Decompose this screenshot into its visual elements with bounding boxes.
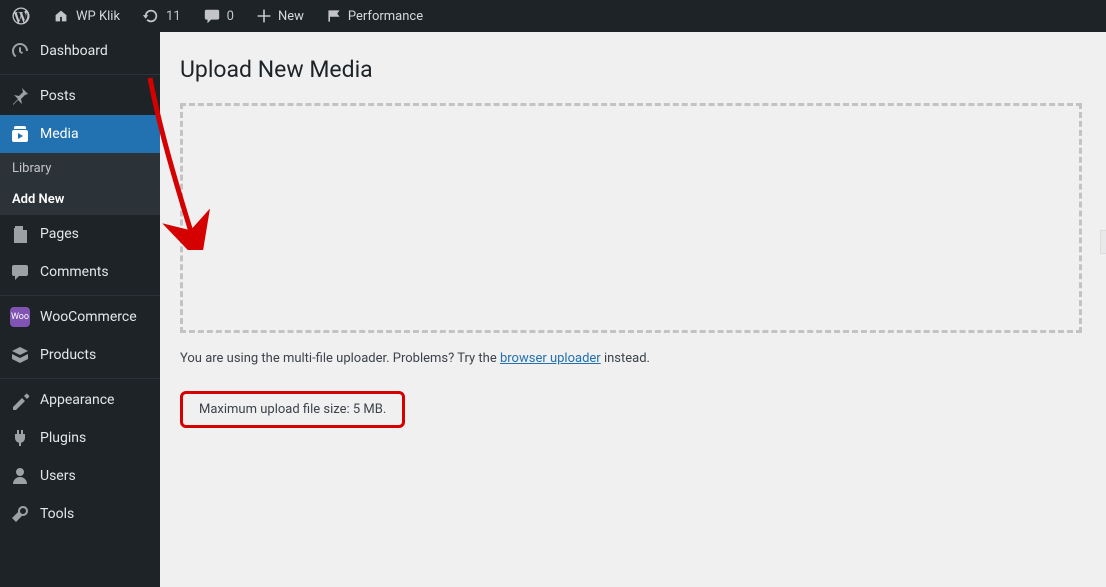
menu-separator: [0, 74, 160, 75]
sidebar-item-products[interactable]: Products: [0, 336, 160, 374]
new-label: New: [278, 9, 304, 24]
sidebar-item-label: Tools: [40, 506, 150, 522]
hint-prefix: You are using the multi-file uploader. P…: [180, 351, 500, 366]
performance-label: Performance: [348, 9, 423, 24]
admin-sidebar: Dashboard Posts Media Library Add New Pa…: [0, 32, 160, 587]
home-icon: [52, 7, 70, 25]
performance-icon: [326, 8, 342, 24]
sidebar-item-label: Products: [40, 347, 150, 363]
media-submenu: Library Add New: [0, 153, 160, 215]
tools-icon: [10, 504, 30, 524]
sidebar-item-label: Dashboard: [40, 43, 150, 59]
sidebar-item-label: Pages: [40, 226, 150, 242]
updates-count: 11: [166, 9, 181, 24]
media-icon: [10, 124, 30, 144]
site-name-text: WP Klik: [76, 9, 120, 24]
sidebar-item-label: Media: [40, 126, 150, 142]
sidebar-item-label: Plugins: [40, 430, 150, 446]
cropped-edge-sliver: [1100, 230, 1106, 254]
updates-link[interactable]: 11: [136, 7, 187, 25]
browser-uploader-link[interactable]: browser uploader: [500, 351, 601, 366]
hint-suffix: instead.: [601, 351, 650, 366]
sidebar-item-comments[interactable]: Comments: [0, 253, 160, 291]
sidebar-item-dashboard[interactable]: Dashboard: [0, 32, 160, 70]
sidebar-item-appearance[interactable]: Appearance: [0, 381, 160, 419]
main-content: Upload New Media You are using the multi…: [160, 32, 1106, 587]
sidebar-item-woocommerce[interactable]: Woo WooCommerce: [0, 298, 160, 336]
comments-icon: [203, 7, 221, 25]
sidebar-item-label: Users: [40, 468, 150, 484]
wp-logo[interactable]: [6, 7, 36, 25]
plugins-icon: [10, 428, 30, 448]
submenu-library[interactable]: Library: [0, 153, 160, 184]
sidebar-item-plugins[interactable]: Plugins: [0, 419, 160, 457]
pages-icon: [10, 224, 30, 244]
pin-icon: [10, 86, 30, 106]
uploader-hint: You are using the multi-file uploader. P…: [180, 351, 1082, 366]
page-title: Upload New Media: [180, 56, 1082, 83]
sidebar-item-label: Comments: [40, 264, 150, 280]
max-upload-note: Maximum upload file size: 5 MB.: [180, 391, 405, 428]
updates-icon: [142, 7, 160, 25]
users-icon: [10, 466, 30, 486]
menu-separator: [0, 378, 160, 379]
sidebar-item-label: Appearance: [40, 392, 150, 408]
dashboard-icon: [10, 41, 30, 61]
menu-separator: [0, 295, 160, 296]
new-content-link[interactable]: New: [250, 8, 310, 24]
admin-toolbar: WP Klik 11 0 New Performance: [0, 0, 1106, 32]
sidebar-item-label: WooCommerce: [40, 309, 150, 325]
sidebar-item-pages[interactable]: Pages: [0, 215, 160, 253]
appearance-icon: [10, 390, 30, 410]
sidebar-item-users[interactable]: Users: [0, 457, 160, 495]
performance-link[interactable]: Performance: [320, 8, 429, 24]
sidebar-item-posts[interactable]: Posts: [0, 77, 160, 115]
plus-icon: [256, 8, 272, 24]
woocommerce-icon: Woo: [10, 307, 30, 327]
submenu-add-new[interactable]: Add New: [0, 184, 160, 215]
sidebar-item-media[interactable]: Media: [0, 115, 160, 153]
upload-drop-zone[interactable]: [180, 103, 1082, 333]
products-icon: [10, 345, 30, 365]
comments-count: 0: [227, 9, 234, 24]
sidebar-item-label: Posts: [40, 88, 150, 104]
sidebar-item-tools[interactable]: Tools: [0, 495, 160, 533]
comments-link[interactable]: 0: [197, 7, 240, 25]
comments-menu-icon: [10, 262, 30, 282]
site-home-link[interactable]: WP Klik: [46, 7, 126, 25]
wordpress-icon: [12, 7, 30, 25]
